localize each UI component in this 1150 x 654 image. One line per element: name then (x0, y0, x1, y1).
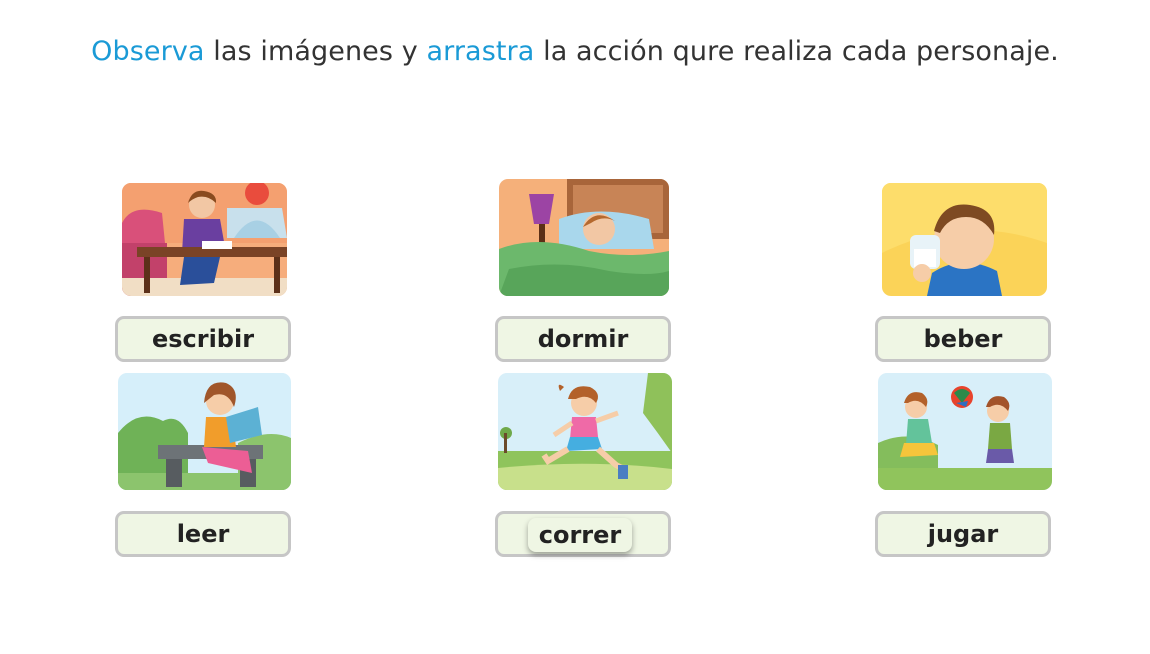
image-boy-writing (122, 183, 287, 296)
drop-zone-beber[interactable]: beber (875, 316, 1051, 362)
image-boy-drinking (882, 183, 1047, 296)
word-label[interactable]: dormir (538, 325, 629, 353)
drop-zone-escribir[interactable]: escribir (115, 316, 291, 362)
word-label[interactable]: correr (539, 521, 622, 549)
instruction-text: Observa las imágenes y arrastra la acció… (0, 36, 1150, 67)
image-child-sleeping (499, 179, 669, 296)
image-girls-playing (878, 373, 1052, 490)
word-label[interactable]: escribir (152, 325, 254, 353)
drop-zone-correr[interactable]: correr (495, 511, 671, 557)
image-girl-running (498, 373, 672, 490)
instruction-highlight-drag: arrastra (426, 36, 535, 67)
word-label[interactable]: leer (177, 520, 230, 548)
word-label[interactable]: jugar (928, 520, 999, 548)
draggable-word-chip[interactable]: correr (528, 518, 632, 552)
drop-zone-dormir[interactable]: dormir (495, 316, 671, 362)
instruction-text-part: la acción qure realiza cada personaje. (534, 36, 1059, 67)
instruction-highlight-observe: Observa (91, 36, 205, 67)
word-label[interactable]: beber (924, 325, 1003, 353)
image-girl-reading (118, 373, 291, 490)
drop-zone-leer[interactable]: leer (115, 511, 291, 557)
drop-zone-jugar[interactable]: jugar (875, 511, 1051, 557)
instruction-text-part: las imágenes y (204, 36, 427, 67)
